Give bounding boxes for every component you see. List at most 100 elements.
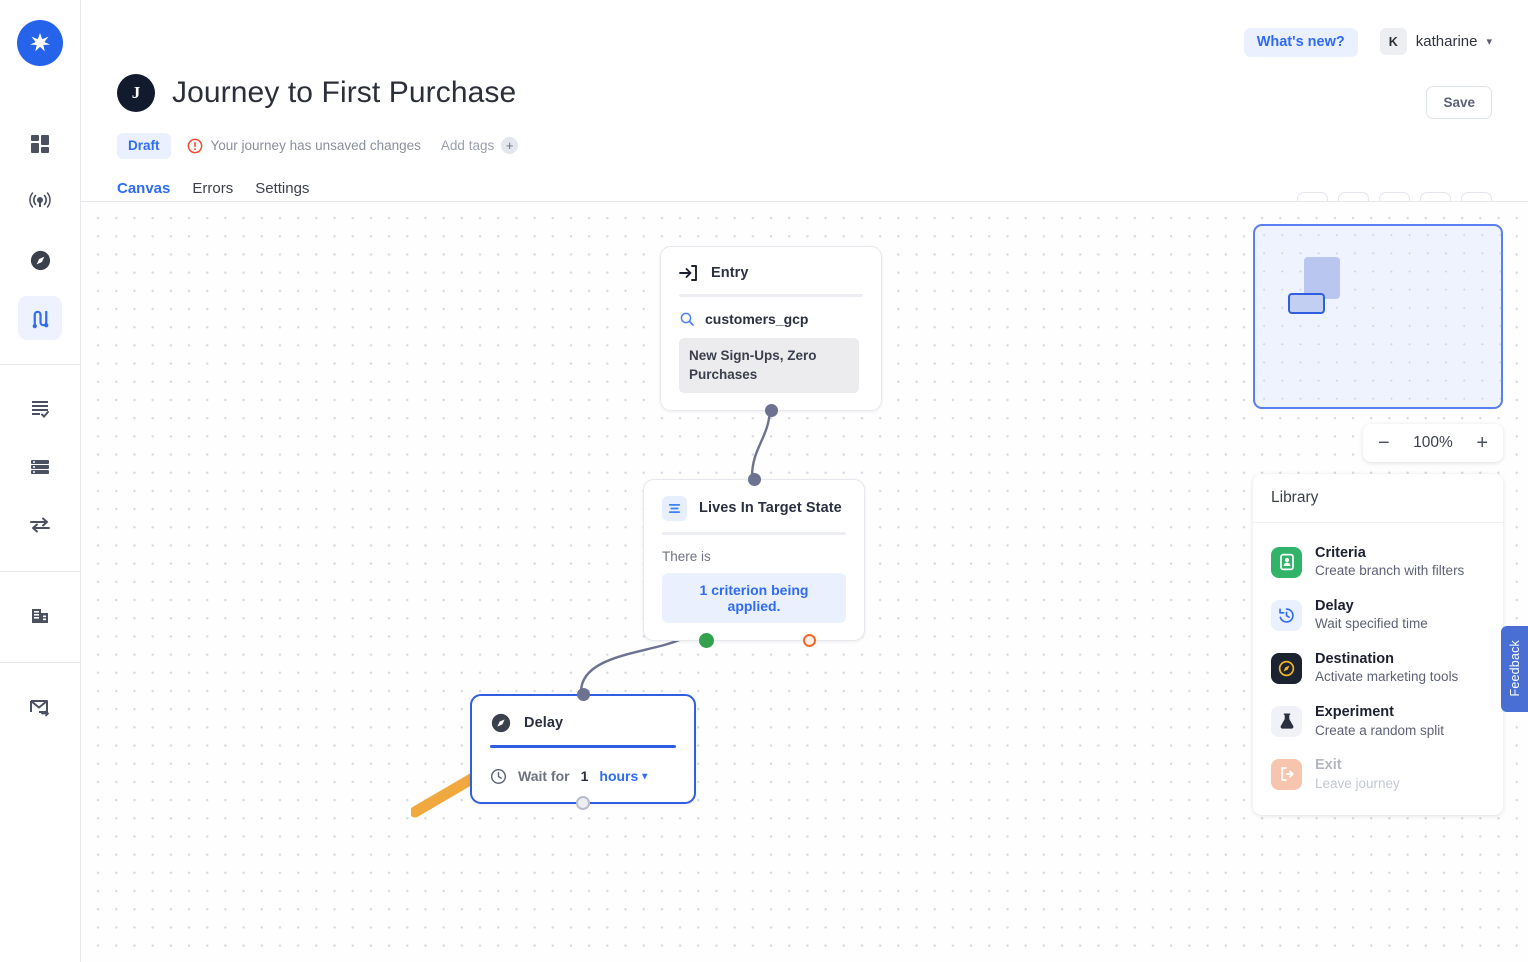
library-item-title: Exit [1315,756,1342,773]
library-item-text: Destination Activate marketing tools [1315,650,1458,687]
rail-divider-2 [0,571,81,572]
node-criteria[interactable]: Lives In Target State There is 1 criteri… [643,472,865,648]
library-list: Criteria Create branch with filters Dela… [1253,523,1503,815]
delay-wait-value[interactable]: 1 [581,768,589,784]
library-item-subtitle: Leave journey [1315,775,1400,791]
delay-unit-label: hours [599,768,639,784]
alert-circle-icon [187,138,202,154]
criteria-prefix-label: There is [662,548,711,564]
delay-output-handle[interactable] [576,795,590,810]
add-tags-label: Add tags [440,138,495,154]
node-delay[interactable]: Delay Wait for 1 hours ▾ [470,687,696,810]
library-item-subtitle: Activate marketing tools [1315,669,1459,685]
delay-unit-select[interactable]: hours ▾ [599,768,647,784]
criteria-card-icon [1271,546,1302,578]
edge-entry-to-criteria [750,406,772,477]
status-badge[interactable]: Draft [117,133,171,159]
flask-icon [1271,705,1302,737]
add-tags-button[interactable]: Add tags + [440,137,519,155]
main-area: What's new? K katharine ▾ J Journey to F… [81,0,1528,962]
delay-wait-label: Wait for [518,768,570,784]
zoom-in-button[interactable]: + [1476,433,1488,453]
compass-icon [30,250,50,270]
library-item-title: Delay [1315,597,1354,614]
library-item-experiment[interactable]: Experiment Create a random split [1253,695,1503,748]
library-heading: Library [1253,474,1503,523]
library-item-exit: Exit Leave journey [1253,748,1503,801]
transfer-arrows-icon [30,517,50,533]
minimap-node-delay [1288,292,1325,314]
criteria-node-body: There is 1 criterion being applied. [644,535,864,640]
library-item-title: Destination [1315,650,1394,667]
library-item-text: Criteria Create branch with filters [1315,544,1464,581]
sidebar-item-data-sources[interactable] [18,445,62,489]
canvas-minimap[interactable] [1253,223,1503,409]
library-item-subtitle: Wait specified time [1315,616,1428,632]
view-tabs: Canvas Errors Settings [117,180,1492,201]
zoom-level-label: 100% [1413,433,1453,451]
library-panel: Library Criteria Create branch with filt… [1253,473,1503,815]
page-header: J Journey to First Purchase Save Draft Y… [81,74,1528,223]
library-item-title: Experiment [1315,703,1394,720]
criteria-false-handle[interactable] [803,633,816,647]
library-item-destination[interactable]: Destination Activate marketing tools [1253,642,1503,695]
whats-new-button[interactable]: What's new? [1243,28,1358,57]
sidebar-item-dashboard[interactable] [18,122,62,166]
avatar: K [1379,28,1407,55]
journey-avatar: J [117,74,155,112]
library-item-subtitle: Create branch with filters [1315,563,1465,579]
building-columns-icon [32,609,48,623]
app-logo[interactable] [17,20,63,66]
username-label: katharine [1415,33,1478,50]
library-item-criteria[interactable]: Criteria Create branch with filters [1253,536,1503,589]
mail-send-icon [30,700,49,717]
entry-node-title: Entry [711,264,749,281]
entry-segment-chip[interactable]: New Sign-Ups, Zero Purchases [679,337,859,393]
journey-canvas[interactable]: Entry customers_gcp New Sign-Ups, Zero P… [81,200,1528,962]
rail-divider-3 [0,662,81,663]
sidebar-item-syncs[interactable] [18,503,62,547]
unsaved-changes-notice: Your journey has unsaved changes [187,138,421,154]
top-bar: What's new? K katharine ▾ [81,0,1528,74]
title-row: J Journey to First Purchase [117,74,1492,112]
library-item-text: Experiment Create a random split [1315,703,1444,740]
save-button[interactable]: Save [1426,86,1492,119]
sidebar-item-models[interactable] [18,594,62,638]
zoom-out-button[interactable]: − [1378,433,1390,453]
feedback-tab[interactable]: Feedback [1501,625,1528,712]
entry-output-handle[interactable] [764,403,778,417]
meta-row: Draft Your journey has unsaved changes A… [117,133,1492,159]
compass-icon [1271,652,1302,684]
node-entry[interactable]: Entry customers_gcp New Sign-Ups, Zero P… [660,245,882,417]
criteria-input-handle[interactable] [747,472,761,486]
library-item-title: Criteria [1315,544,1366,561]
criteria-true-handle[interactable] [699,632,714,648]
library-item-delay[interactable]: Delay Wait specified time [1253,589,1503,642]
sidebar-item-journeys[interactable] [18,296,62,340]
sidebar-item-campaigns[interactable] [18,685,62,729]
entry-node-header: Entry [661,247,881,294]
user-menu[interactable]: K katharine ▾ [1379,28,1492,55]
search-icon [680,312,694,326]
database-icon [31,460,49,474]
criteria-count-pill[interactable]: 1 criterion being applied. [662,572,846,623]
sidebar-item-broadcast[interactable] [18,180,62,224]
broadcast-signal-icon [29,192,51,208]
feedback-label: Feedback [1507,640,1522,697]
tab-settings[interactable]: Settings [255,180,309,201]
tab-canvas[interactable]: Canvas [117,180,170,201]
page-title: Journey to First Purchase [172,76,517,109]
chevron-down-icon: ▾ [1486,36,1492,48]
tab-errors[interactable]: Errors [192,180,233,201]
journey-path-icon [32,310,48,328]
delay-input-handle[interactable] [576,687,590,701]
sidebar-item-audiences[interactable] [18,387,62,431]
plus-icon: + [501,137,519,155]
entry-source-row[interactable]: customers_gcp [679,311,863,327]
criteria-node-title: Lives In Target State [699,500,842,516]
rail-divider-1 [0,364,81,365]
library-item-text: Exit Leave journey [1315,756,1400,793]
dashboard-grid-icon [31,135,49,153]
clock-rewind-icon [1271,599,1302,631]
sidebar-item-destinations[interactable] [18,238,62,282]
